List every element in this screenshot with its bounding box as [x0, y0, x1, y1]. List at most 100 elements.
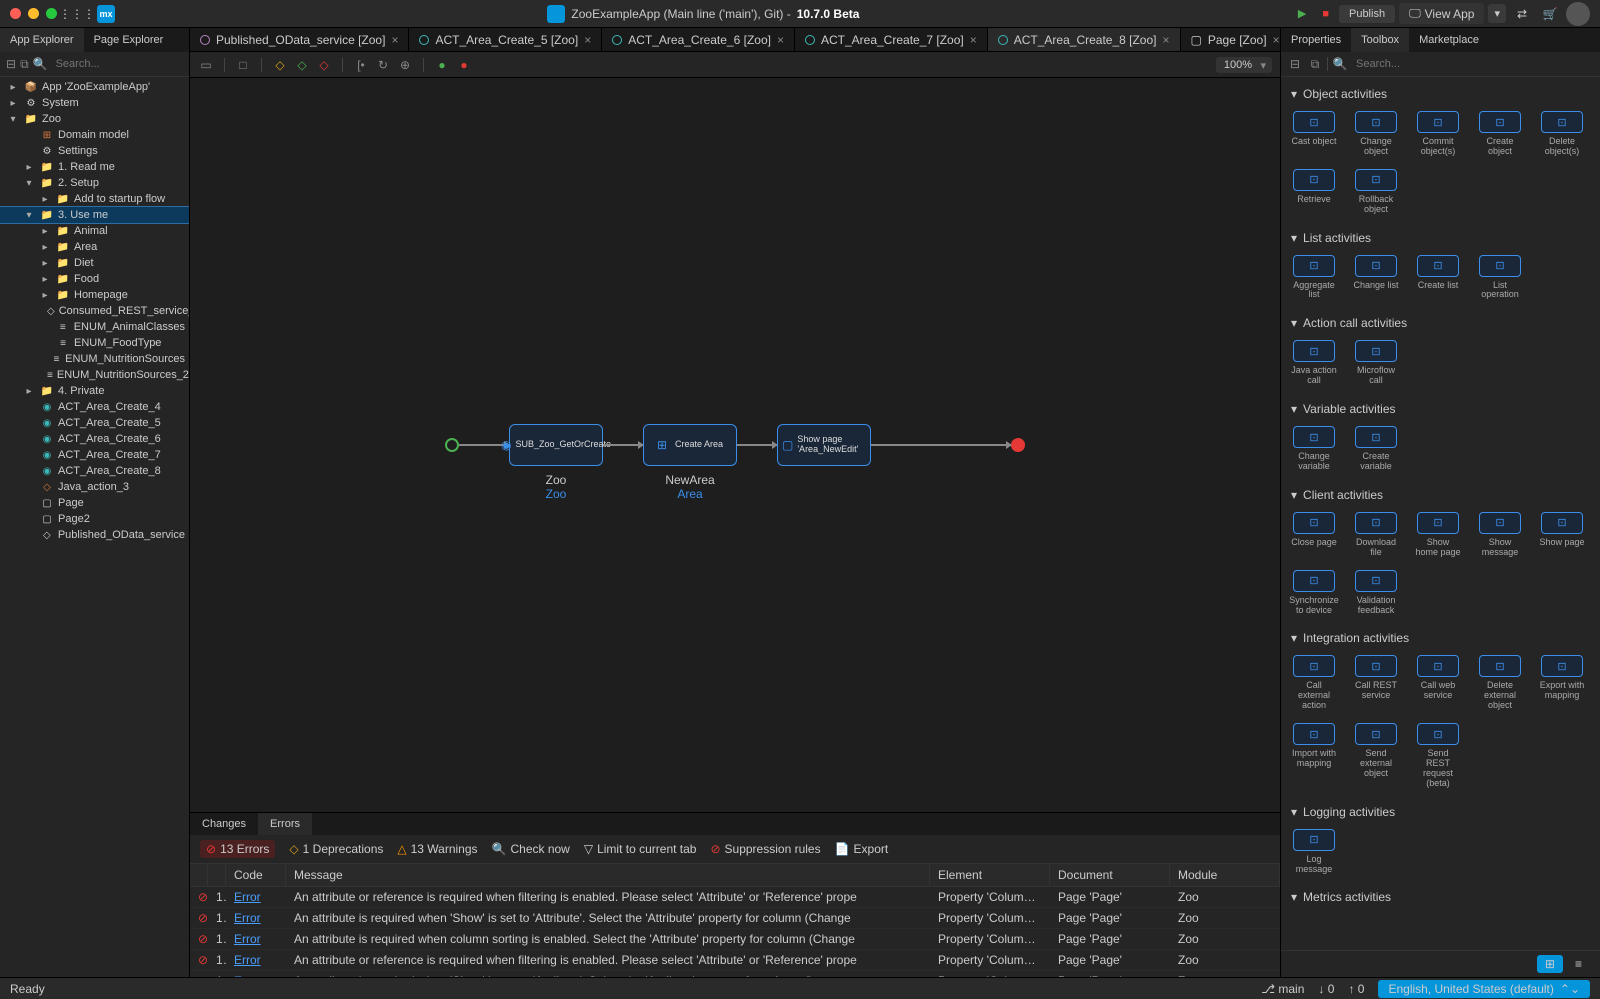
chevron-icon[interactable]: ▸: [6, 82, 20, 93]
tree-item[interactable]: ▸📁Food: [0, 271, 189, 287]
diamond-yellow-icon[interactable]: ◇: [272, 57, 288, 73]
activity-create-area[interactable]: ⊞ Create Area NewAreaArea: [643, 424, 737, 466]
toolbox-item[interactable]: ⊡Import with mapping: [1291, 723, 1337, 789]
toolbox-section-header[interactable]: ▾List activities: [1291, 225, 1590, 251]
toolbox-item[interactable]: ⊡Retrieve: [1291, 169, 1337, 215]
tree-item[interactable]: ▾📁Zoo: [0, 111, 189, 127]
minimize-window[interactable]: [28, 8, 39, 19]
col-element[interactable]: Element: [930, 864, 1050, 886]
toolbox-item[interactable]: ⊡Log message: [1291, 829, 1337, 875]
tree-item[interactable]: ▾📁2. Setup: [0, 175, 189, 191]
error-link[interactable]: Error: [234, 932, 261, 946]
close-tab-icon[interactable]: ×: [391, 33, 398, 47]
toolbox-item[interactable]: ⊡Microflow call: [1353, 340, 1399, 386]
filter-warnings[interactable]: △13 Warnings: [397, 842, 477, 856]
col-code[interactable]: Code: [226, 864, 286, 886]
toolbox-item[interactable]: ⊡Create list: [1415, 255, 1461, 301]
incoming-changes[interactable]: ↓ 0: [1318, 982, 1334, 996]
view-app-dropdown[interactable]: ▾: [1488, 4, 1506, 23]
chevron-icon[interactable]: ▸: [38, 242, 52, 253]
end-event-icon[interactable]: ●: [456, 57, 472, 73]
toolbox-item[interactable]: ⊡Send REST request (beta): [1415, 723, 1461, 789]
tab-changes[interactable]: Changes: [190, 813, 258, 835]
merge-icon[interactable]: ⊕: [397, 57, 413, 73]
branch-indicator[interactable]: ⎇ main: [1261, 982, 1304, 996]
maximize-window[interactable]: [46, 8, 57, 19]
tree-item[interactable]: ▸📁Animal: [0, 223, 189, 239]
chevron-icon[interactable]: ▾: [6, 114, 20, 125]
copy-icon[interactable]: ⧉: [1307, 56, 1323, 72]
error-row[interactable]: ⊘1·ErrorAn attribute is required when co…: [190, 929, 1280, 950]
box-icon[interactable]: □: [235, 57, 251, 73]
toolbox-item[interactable]: ⊡Create variable: [1353, 426, 1399, 472]
search-input[interactable]: [52, 56, 202, 72]
chevron-icon[interactable]: ▸: [22, 162, 36, 173]
tree-item[interactable]: ▸📁Add to startup flow: [0, 191, 189, 207]
editor-tab[interactable]: ACT_Area_Create_6 [Zoo]×: [602, 28, 795, 51]
tab-app-explorer[interactable]: App Explorer: [0, 28, 84, 52]
editor-tab[interactable]: Published_OData_service [Zoo]×: [190, 28, 409, 51]
error-row[interactable]: ⊘1·ErrorAn attribute or reference is req…: [190, 887, 1280, 908]
tree-item[interactable]: ▸▢Page: [0, 495, 189, 511]
toolbox-item[interactable]: ⊡Rollback object: [1353, 169, 1399, 215]
activity-sub-zoo[interactable]: ◉ SUB_Zoo_GetOrCreate ZooZoo: [509, 424, 603, 466]
chevron-icon[interactable]: ▾: [22, 210, 36, 221]
close-tab-icon[interactable]: ×: [1273, 33, 1280, 47]
tree-item[interactable]: ▸📦App 'ZooExampleApp': [0, 79, 189, 95]
close-tab-icon[interactable]: ×: [777, 33, 784, 47]
filter-deprecations[interactable]: ◇1 Deprecations: [289, 842, 383, 856]
toolbox-item[interactable]: ⊡Commit object(s): [1415, 111, 1461, 157]
toolbox-item[interactable]: ⊡Create object: [1477, 111, 1523, 157]
toolbox-item[interactable]: ⊡Change variable: [1291, 426, 1337, 472]
microflow-canvas[interactable]: ◉ SUB_Zoo_GetOrCreate ZooZoo ⊞ Create Ar…: [190, 78, 1280, 812]
toolbox-search[interactable]: [1352, 56, 1594, 72]
tree-item[interactable]: ▸≡ENUM_NutritionSources: [0, 351, 189, 367]
tree-item[interactable]: ▸📁Diet: [0, 255, 189, 271]
tree-item[interactable]: ▸◉ACT_Area_Create_8: [0, 463, 189, 479]
tab-toolbox[interactable]: Toolbox: [1351, 28, 1409, 52]
tab-marketplace[interactable]: Marketplace: [1409, 28, 1489, 52]
export-button[interactable]: 📄Export: [835, 842, 889, 856]
toolbox-item[interactable]: ⊡Validation feedback: [1353, 570, 1399, 616]
tree-item[interactable]: ▸◇Published_OData_service: [0, 527, 189, 543]
col-module[interactable]: Module: [1170, 864, 1280, 886]
error-row[interactable]: ⊘1·ErrorAn attribute is required when 'S…: [190, 908, 1280, 929]
filter-errors[interactable]: ⊘13 Errors: [200, 840, 275, 858]
chevron-icon[interactable]: ▸: [38, 290, 52, 301]
tree-item[interactable]: ▸◉ACT_Area_Create_4: [0, 399, 189, 415]
col-document[interactable]: Document: [1050, 864, 1170, 886]
toolbox-section-header[interactable]: ▾Object activities: [1291, 81, 1590, 107]
list-view-button[interactable]: ≡: [1567, 955, 1590, 973]
toolbox-item[interactable]: ⊡Show message: [1477, 512, 1523, 558]
tree-item[interactable]: ▸≡ENUM_FoodType: [0, 335, 189, 351]
view-app-button[interactable]: 🖵View App: [1399, 3, 1484, 24]
tree-item[interactable]: ▸📁Homepage: [0, 287, 189, 303]
toolbox-item[interactable]: ⊡Change list: [1353, 255, 1399, 301]
toolbox-item[interactable]: ⊡Delete external object: [1477, 655, 1523, 711]
collapse-icon[interactable]: ⊟: [1287, 56, 1303, 72]
tree-item[interactable]: ▸⚙System: [0, 95, 189, 111]
editor-tab[interactable]: ACT_Area_Create_7 [Zoo]×: [795, 28, 988, 51]
window-controls[interactable]: [10, 8, 57, 19]
toolbox-section-header[interactable]: ▾Variable activities: [1291, 396, 1590, 422]
toolbox-item[interactable]: ⊡Delete object(s): [1539, 111, 1585, 157]
tree-item[interactable]: ▸📁Area: [0, 239, 189, 255]
toolbox-item[interactable]: ⊡Cast object: [1291, 111, 1337, 157]
toolbox-item[interactable]: ⊡Show home page: [1415, 512, 1461, 558]
tree-item[interactable]: ▸◉ACT_Area_Create_7: [0, 447, 189, 463]
toolbox-item[interactable]: ⊡Export with mapping: [1539, 655, 1585, 711]
toolbox-item[interactable]: ⊡Show page: [1539, 512, 1585, 558]
toolbox-item[interactable]: ⊡List operation: [1477, 255, 1523, 301]
toolbox-item[interactable]: ⊡Synchronize to device: [1291, 570, 1337, 616]
tree-item[interactable]: ▸⊞Domain model: [0, 127, 189, 143]
toolbox-item[interactable]: ⊡Close page: [1291, 512, 1337, 558]
tree-item[interactable]: ▸◉ACT_Area_Create_6: [0, 431, 189, 447]
diamond-red-icon[interactable]: ◇: [316, 57, 332, 73]
language-selector[interactable]: English, United States (default)⌃⌄: [1378, 980, 1590, 998]
toolbox-item[interactable]: ⊡Download file: [1353, 512, 1399, 558]
entity-icon[interactable]: ▭: [198, 57, 214, 73]
close-tab-icon[interactable]: ×: [584, 33, 591, 47]
toolbox-item[interactable]: ⊡Call external action: [1291, 655, 1337, 711]
limit-tab-button[interactable]: ▽Limit to current tab: [584, 842, 697, 856]
error-row[interactable]: ⊘1·ErrorAn attribute or reference is req…: [190, 950, 1280, 971]
